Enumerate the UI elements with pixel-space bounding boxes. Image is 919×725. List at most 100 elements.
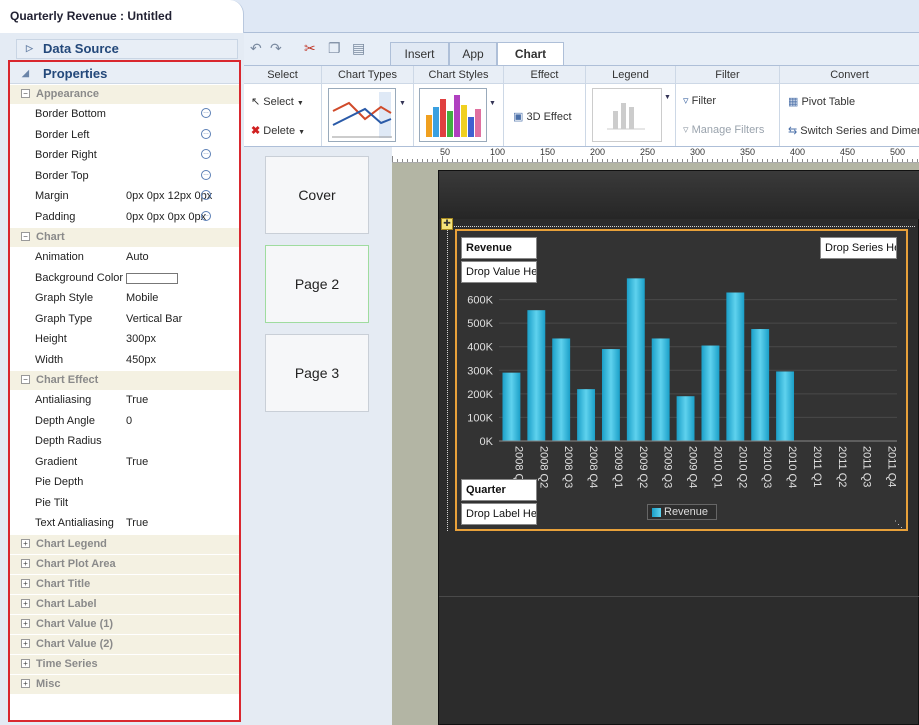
data-source-header[interactable]: ▷ Data Source — [16, 39, 238, 59]
edit-ellipsis-icon[interactable]: … — [201, 169, 211, 180]
ruler-tick — [827, 159, 828, 162]
quick-toolbar: ↶ ↷ ✂ ❐ ▤ — [244, 33, 919, 65]
pivot-table-button[interactable]: ▦ Pivot Table — [788, 95, 855, 108]
bar[interactable] — [676, 396, 695, 441]
legend-dropdown-icon[interactable]: ▼ — [664, 94, 671, 101]
ruler-tick — [712, 159, 713, 162]
bar[interactable] — [651, 338, 670, 441]
tab-app[interactable]: App — [449, 42, 497, 65]
property-value[interactable]: True — [126, 456, 148, 468]
property-value[interactable]: 0px 0px 0px 0px — [126, 211, 206, 223]
tab-chart[interactable]: Chart — [497, 42, 564, 66]
x-tick-label: 2008 Q4 — [587, 446, 599, 488]
bar[interactable] — [726, 292, 745, 442]
background-color-swatch[interactable] — [126, 272, 178, 284]
property-list: − Appearance Border Bottom… Border Left… Bor… — [10, 85, 239, 694]
section-appearance[interactable]: − Appearance — [10, 85, 239, 104]
section-chart-value-2[interactable]: + Chart Value (2) — [10, 634, 239, 654]
bar[interactable] — [527, 310, 546, 441]
property-value[interactable]: 0 — [126, 415, 132, 427]
section-chart-value-1[interactable]: + Chart Value (1) — [10, 614, 239, 634]
bar[interactable] — [776, 371, 795, 441]
property-value[interactable]: True — [126, 394, 148, 406]
3d-effect-button[interactable]: ▣ 3D Effect — [513, 110, 572, 123]
property-row[interactable]: Border Left… — [10, 125, 239, 146]
bar[interactable] — [601, 349, 620, 441]
edit-ellipsis-icon[interactable]: … — [201, 128, 211, 139]
ruler-tick — [647, 159, 648, 162]
property-row[interactable]: Width 450px — [10, 350, 239, 371]
switch-series-button[interactable]: ⇆ Switch Series and Dimen — [788, 124, 919, 137]
redo-icon[interactable]: ↷ — [270, 40, 282, 57]
property-row[interactable]: Animation Auto — [10, 247, 239, 268]
property-value[interactable]: True — [126, 517, 148, 529]
property-row[interactable]: Graph Style Mobile — [10, 288, 239, 309]
tab-insert[interactable]: Insert — [390, 42, 449, 65]
bar[interactable] — [626, 278, 645, 441]
property-row[interactable]: Gradient True — [10, 452, 239, 473]
bar[interactable] — [552, 338, 571, 441]
property-row[interactable]: Depth Radius — [10, 431, 239, 452]
chart-types-dropdown-icon[interactable]: ▼ — [399, 100, 406, 107]
edit-ellipsis-icon[interactable]: … — [201, 149, 211, 159]
edit-ellipsis-icon[interactable]: … — [201, 190, 211, 200]
property-value[interactable]: Auto — [126, 251, 149, 263]
property-row[interactable]: Background Color — [10, 268, 239, 289]
property-value[interactable]: 450px — [126, 354, 156, 366]
section-chart-legend[interactable]: + Chart Legend — [10, 534, 239, 554]
bar[interactable] — [577, 389, 596, 441]
filter-button[interactable]: ▿ Filter — [683, 94, 716, 107]
property-value[interactable]: 300px — [126, 333, 156, 345]
section-chart-label[interactable]: + Chart Label — [10, 594, 239, 614]
move-handle-icon[interactable]: ✚ — [441, 218, 453, 230]
bar[interactable] — [751, 329, 770, 441]
drop-value-zone[interactable]: Drop Value He — [461, 261, 537, 283]
section-chart-effect[interactable]: − Chart Effect — [10, 371, 239, 390]
cut-icon[interactable]: ✂ — [304, 40, 316, 57]
chart-style-thumbnail[interactable] — [419, 88, 487, 142]
property-value[interactable]: Mobile — [126, 292, 158, 304]
chart-styles-dropdown-icon[interactable]: ▼ — [489, 100, 496, 107]
property-row[interactable]: Margin 0px 0px 12px 0px… — [10, 186, 239, 207]
property-key: Graph Type — [35, 312, 93, 325]
property-row[interactable]: Antialiasing True — [10, 390, 239, 411]
section-chart-title[interactable]: + Chart Title — [10, 574, 239, 594]
property-row[interactable]: Border Bottom… — [10, 104, 239, 125]
property-row[interactable]: Padding 0px 0px 0px 0px… — [10, 207, 239, 228]
property-row[interactable]: Text Antialiasing True — [10, 513, 239, 534]
property-row[interactable]: Pie Depth — [10, 472, 239, 493]
bar[interactable] — [502, 372, 521, 441]
section-chart-plot-area[interactable]: + Chart Plot Area — [10, 554, 239, 574]
section-chart[interactable]: − Chart — [10, 228, 239, 247]
resize-grip-icon[interactable]: ⋱ — [894, 519, 903, 530]
chart-type-thumbnail[interactable] — [328, 88, 396, 142]
paste-icon[interactable]: ▤ — [352, 40, 365, 57]
property-value[interactable]: Vertical Bar — [126, 313, 182, 325]
property-row[interactable]: Depth Angle 0 — [10, 411, 239, 432]
undo-icon[interactable]: ↶ — [250, 40, 262, 57]
property-row[interactable]: Border Top… — [10, 166, 239, 187]
properties-header[interactable]: ◢ Properties — [10, 62, 239, 84]
document-tab[interactable]: Quarterly Revenue : Untitled — [0, 0, 244, 33]
page-thumb-2[interactable]: Page 2 — [265, 245, 369, 323]
property-row[interactable]: Graph Type Vertical Bar — [10, 309, 239, 330]
property-row[interactable]: Pie Tilt — [10, 493, 239, 514]
property-row[interactable]: Border Right… — [10, 145, 239, 166]
property-row[interactable]: Height 300px — [10, 329, 239, 350]
expand-icon: + — [21, 658, 30, 668]
page-thumb-cover[interactable]: Cover — [265, 156, 369, 234]
bar[interactable] — [701, 345, 720, 441]
section-misc[interactable]: + Misc — [10, 674, 239, 694]
edit-ellipsis-icon[interactable]: … — [201, 210, 211, 221]
property-value[interactable]: 0px 0px 12px 0px — [126, 190, 212, 202]
select-button[interactable]: ↖ Select ▼ — [251, 95, 304, 108]
section-time-series[interactable]: + Time Series — [10, 654, 239, 674]
manage-filters-button[interactable]: ▿ Manage Filters — [683, 123, 764, 136]
drop-series-zone[interactable]: Drop Series He — [820, 237, 897, 259]
legend-thumbnail[interactable] — [592, 88, 662, 142]
edit-ellipsis-icon[interactable]: … — [201, 108, 211, 118]
page-thumb-3[interactable]: Page 3 — [265, 334, 369, 412]
copy-icon[interactable]: ❐ — [328, 40, 341, 57]
delete-button[interactable]: ✖ Delete ▼ — [251, 124, 305, 137]
drop-label-zone[interactable]: Drop Label Her — [461, 503, 537, 525]
